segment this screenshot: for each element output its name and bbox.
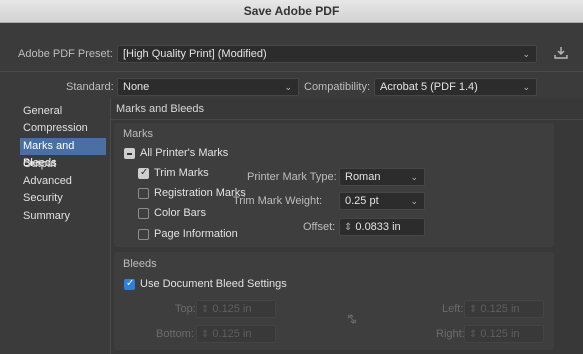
compatibility-value: Acrobat 5 (PDF 1.4) [380, 81, 478, 93]
sidebar-item-advanced[interactable]: Advanced [20, 173, 106, 190]
preset-dropdown[interactable]: [High Quality Print] (Modified) ⌄ [117, 45, 537, 63]
chevron-down-icon: ⌄ [522, 82, 530, 92]
sidebar-item-security[interactable]: Security [20, 190, 106, 207]
bleed-right-field[interactable]: ⇕ 0.125 in [464, 325, 544, 343]
offset-field[interactable]: ⇕ 0.0833 in [339, 218, 425, 236]
bleeds-heading: Bleeds [123, 258, 157, 270]
compatibility-label: Compatibility: [304, 81, 371, 93]
all-printers-marks-label: All Printer's Marks [140, 147, 229, 159]
marks-heading: Marks [123, 128, 153, 140]
standard-value: None [123, 81, 150, 93]
bleed-bottom-value: 0.125 in [212, 328, 252, 340]
all-printers-marks-checkbox[interactable] [124, 148, 135, 159]
bleed-left-value: 0.125 in [480, 303, 520, 315]
bleed-top-value: 0.125 in [212, 303, 252, 315]
stepper-icon[interactable]: ⇕ [201, 329, 209, 340]
preset-label: Adobe PDF Preset: [18, 48, 113, 60]
printer-mark-type-value: Roman [345, 171, 381, 183]
sidebar-item-general[interactable]: General [20, 103, 106, 120]
sidebar-item-output[interactable]: Output [20, 156, 106, 173]
sidebar-item-marks-and-bleeds[interactable]: Marks and Bleeds [20, 138, 106, 169]
chevron-down-icon: ⌄ [410, 196, 418, 206]
offset-value: 0.0833 in [355, 221, 401, 233]
color-bars-label: Color Bars [154, 207, 206, 219]
panel-title-divider [111, 119, 583, 120]
panel-title: Marks and Bleeds [116, 103, 205, 115]
stepper-icon[interactable]: ⇕ [201, 304, 209, 315]
registration-marks-label: Registration Marks [154, 187, 246, 199]
link-icon[interactable] [345, 312, 359, 326]
stepper-icon[interactable]: ⇕ [469, 304, 477, 315]
use-document-bleed-label: Use Document Bleed Settings [140, 278, 287, 290]
stepper-icon[interactable]: ⇕ [344, 222, 352, 233]
stepper-icon[interactable]: ⇕ [469, 329, 477, 340]
chevron-down-icon: ⌄ [410, 172, 418, 182]
bleed-left-field[interactable]: ⇕ 0.125 in [464, 300, 544, 318]
bleed-right-value: 0.125 in [480, 328, 520, 340]
save-preset-icon[interactable] [553, 45, 571, 63]
bleed-top-field[interactable]: ⇕ 0.125 in [196, 300, 276, 318]
offset-label: Offset: [303, 221, 336, 233]
page-information-checkbox[interactable] [138, 229, 149, 240]
sidebar-item-summary[interactable]: Summary [20, 208, 106, 225]
trim-mark-weight-label: Trim Mark Weight: [233, 195, 323, 207]
color-bars-checkbox[interactable] [138, 208, 149, 219]
standard-label: Standard: [66, 81, 114, 93]
trim-marks-label: Trim Marks [154, 167, 209, 179]
bleed-bottom-field[interactable]: ⇕ 0.125 in [196, 325, 276, 343]
bleed-top-label: Top: [175, 303, 196, 315]
page-information-label: Page Information [154, 228, 238, 240]
window-title: Save Adobe PDF [243, 4, 340, 18]
trim-marks-checkbox[interactable] [138, 167, 149, 179]
trim-mark-weight-dropdown[interactable]: 0.25 pt ⌄ [339, 192, 425, 210]
title-bar: Save Adobe PDF [0, 0, 583, 23]
printer-mark-type-label: Printer Mark Type: [247, 171, 337, 183]
header-divider [0, 71, 583, 72]
bleed-left-label: Left: [442, 303, 464, 315]
bleed-bottom-label: Bottom: [156, 328, 194, 340]
chevron-down-icon: ⌄ [522, 49, 530, 59]
bleed-right-label: Right: [436, 328, 465, 340]
trim-mark-weight-value: 0.25 pt [345, 195, 379, 207]
registration-marks-checkbox[interactable] [138, 188, 149, 199]
preset-value: [High Quality Print] (Modified) [123, 48, 267, 60]
printer-mark-type-dropdown[interactable]: Roman ⌄ [339, 168, 425, 186]
sidebar-item-compression[interactable]: Compression [20, 120, 106, 137]
compatibility-dropdown[interactable]: Acrobat 5 (PDF 1.4) ⌄ [374, 78, 537, 96]
standard-dropdown[interactable]: None ⌄ [117, 78, 299, 96]
chevron-down-icon: ⌄ [284, 82, 292, 92]
use-document-bleed-checkbox[interactable] [124, 278, 135, 290]
